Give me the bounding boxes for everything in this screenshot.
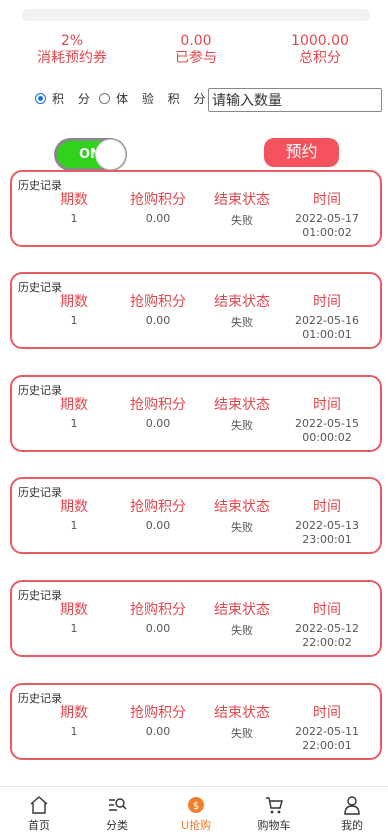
- toggle-knob: [95, 139, 126, 170]
- stat-value: 0.00: [180, 33, 212, 49]
- nav-label: 我的: [341, 819, 363, 832]
- nav-label: U抢购: [180, 819, 212, 832]
- cell-date: 2022-05-12: [295, 622, 359, 635]
- history-card: 历史记录 期数 抢购积分 结束状态 时间 1 0.00 失败 2022-05-16 01:00:0…: [10, 272, 382, 349]
- cell-date: 2022-05-15: [295, 417, 359, 430]
- nav-item-rush-buy[interactable]: $ U抢购: [158, 787, 234, 832]
- points-radio-label: 积 分: [52, 92, 95, 106]
- stat-label: 总积分: [299, 50, 341, 66]
- cell-time: 2022-05-16 01:00:01: [277, 314, 377, 342]
- cart-icon: [266, 797, 283, 814]
- home-icon: [30, 796, 48, 814]
- nav-label: 分类: [106, 819, 128, 832]
- category-search-icon: [109, 798, 127, 811]
- stat-participated: 0.00 已参与: [141, 33, 251, 67]
- header-time: 时间: [313, 705, 341, 721]
- cell-date: 2022-05-11: [295, 725, 359, 738]
- nav-item-category[interactable]: 分类: [79, 787, 155, 832]
- trial-points-radio[interactable]: 体 验 积 分: [99, 90, 210, 107]
- radio-unchecked-icon: [99, 93, 110, 104]
- header-time: 时间: [313, 192, 341, 208]
- toggle-track: ON: [57, 139, 126, 170]
- history-card: 历史记录 期数 抢购积分 结束状态 时间 1 0.00 失败 2022-05-17 01:00:0…: [10, 170, 382, 247]
- header-time: 时间: [313, 294, 341, 310]
- stat-label: 已参与: [175, 50, 217, 66]
- cell-time: 2022-05-13 23:00:01: [277, 519, 377, 547]
- cell-time: 2022-05-15 00:00:02: [277, 417, 377, 445]
- nav-item-home[interactable]: 首页: [1, 787, 77, 832]
- cell-date: 2022-05-13: [295, 519, 359, 532]
- nav-item-cart[interactable]: 购物车: [236, 787, 312, 832]
- stat-total-points: 1000.00 总积分: [265, 33, 375, 67]
- reserve-button[interactable]: 预约: [264, 138, 339, 167]
- history-card: 历史记录 期数 抢购积分 结束状态 时间 1 0.00 失败 2022-05-11 22:00:0…: [10, 683, 382, 760]
- header-time: 时间: [313, 397, 341, 413]
- stats-row: 2% 消耗预约券 0.00 已参与 1000.00 总积分: [0, 33, 388, 69]
- points-radio[interactable]: 积 分: [35, 90, 95, 107]
- history-card: 历史记录 期数 抢购积分 结束状态 时间 1 0.00 失败 2022-05-15 00:00:0…: [10, 375, 382, 452]
- cell-time: 2022-05-11 22:00:01: [277, 725, 377, 753]
- quantity-input[interactable]: [208, 88, 382, 112]
- stat-label: 消耗预约券: [37, 50, 107, 66]
- cell-clock: 01:00:01: [302, 328, 352, 341]
- history-card: 历史记录 期数 抢购积分 结束状态 时间 1 0.00 失败 2022-05-13 23:00:0…: [10, 477, 382, 554]
- user-icon: [344, 796, 360, 815]
- history-card: 历史记录 期数 抢购积分 结束状态 时间 1 0.00 失败 2022-05-12 22:00:0…: [10, 580, 382, 657]
- cell-date: 2022-05-16: [295, 314, 359, 327]
- stat-consume-coupon: 2% 消耗预约券: [17, 33, 127, 67]
- cell-clock: 01:00:02: [302, 226, 352, 239]
- nav-label: 购物车: [257, 819, 291, 832]
- cell-time: 2022-05-17 01:00:02: [277, 212, 377, 240]
- svg-text:$: $: [193, 801, 199, 812]
- cell-time: 2022-05-12 22:00:02: [277, 622, 377, 650]
- nav-item-mine[interactable]: 我的: [314, 787, 388, 832]
- auto-toggle[interactable]: ON: [54, 138, 127, 171]
- header-time: 时间: [313, 602, 341, 618]
- stat-value: 1000.00: [291, 33, 349, 49]
- stat-value: 2%: [60, 33, 84, 49]
- cell-clock: 22:00:01: [302, 739, 352, 752]
- cell-date: 2022-05-17: [295, 212, 359, 225]
- nav-label: 首页: [28, 819, 50, 832]
- cell-clock: 23:00:01: [302, 533, 352, 546]
- cell-clock: 00:00:02: [302, 431, 352, 444]
- radio-checked-icon: [35, 93, 46, 104]
- header-time: 时间: [313, 499, 341, 515]
- bottom-nav: 首页 分类 $ U抢购 购物车 我的: [0, 786, 388, 832]
- trial-points-radio-label: 体 验 积 分: [116, 92, 211, 106]
- top-bar: [22, 9, 370, 21]
- cell-clock: 22:00:02: [302, 636, 352, 649]
- coin-icon: $: [188, 797, 204, 813]
